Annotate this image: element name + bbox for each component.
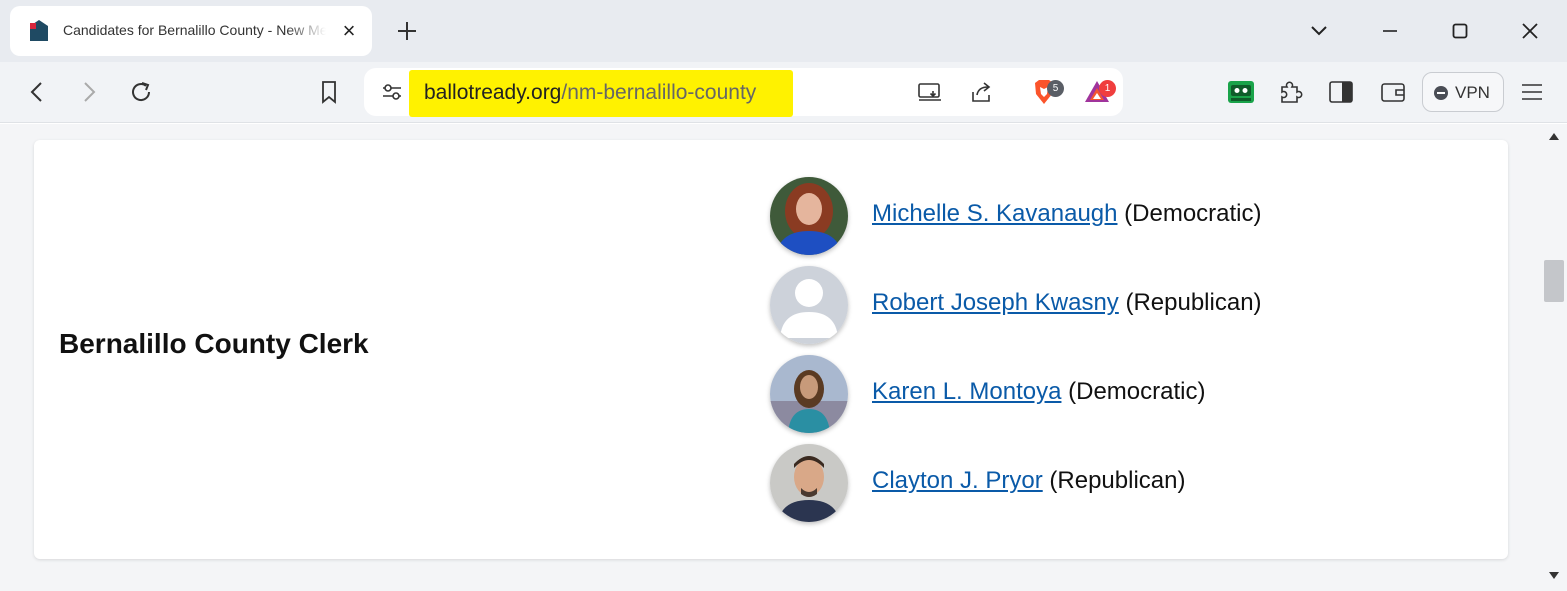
- candidate-name-link[interactable]: Michelle S. Kavanaugh: [872, 200, 1117, 227]
- menu-icon[interactable]: [1518, 78, 1546, 106]
- vpn-status-icon: [1434, 86, 1448, 100]
- url-text[interactable]: ballotready.org/nm-bernalillo-county: [424, 81, 756, 105]
- tab-title: Candidates for Bernalillo County - New M…: [63, 22, 326, 38]
- vpn-button[interactable]: VPN: [1422, 72, 1504, 112]
- candidate-name-link[interactable]: Robert Joseph Kwasny: [872, 289, 1119, 316]
- candidate-party: (Democratic): [1124, 200, 1262, 227]
- forward-icon[interactable]: [75, 78, 103, 106]
- favicon-icon: [30, 20, 48, 41]
- candidate-party: (Democratic): [1068, 378, 1206, 405]
- share-icon[interactable]: [968, 78, 996, 106]
- shields-count-badge: 5: [1047, 80, 1064, 97]
- candidate-row: Robert Joseph Kwasny (Republican): [770, 266, 1470, 346]
- bookmark-icon[interactable]: [315, 78, 343, 106]
- office-card: Bernalillo County Clerk Michelle S. Kava…: [34, 140, 1508, 559]
- candidate-name-link[interactable]: Karen L. Montoya: [872, 378, 1061, 405]
- tab-strip: Candidates for Bernalillo County - New M…: [0, 0, 1567, 62]
- vpn-label: VPN: [1455, 83, 1490, 102]
- cast-icon[interactable]: [916, 78, 944, 106]
- navigation-toolbar: ballotready.org/nm-bernalillo-county 5 1: [0, 62, 1567, 123]
- maximize-icon[interactable]: [1446, 17, 1474, 45]
- extensions-icon[interactable]: [1276, 78, 1304, 106]
- tab-close-icon[interactable]: ×: [338, 20, 360, 42]
- minimize-icon[interactable]: [1376, 17, 1404, 45]
- vertical-scrollbar[interactable]: [1541, 124, 1567, 591]
- candidate-name-link[interactable]: Clayton J. Pryor: [872, 467, 1043, 494]
- candidate-line: Robert Joseph Kwasny (Republican): [872, 289, 1262, 317]
- address-bar[interactable]: ballotready.org/nm-bernalillo-county 5 1: [364, 68, 1123, 117]
- candidate-line: Clayton J. Pryor (Republican): [872, 467, 1185, 495]
- candidate-row: Clayton J. Pryor (Republican): [770, 444, 1470, 524]
- candidate-line: Karen L. Montoya (Democratic): [872, 378, 1205, 406]
- candidate-line: Michelle S. Kavanaugh (Democratic): [872, 200, 1262, 228]
- page-content: Bernalillo County Clerk Michelle S. Kava…: [0, 124, 1541, 591]
- site-settings-icon[interactable]: [378, 78, 406, 106]
- wallet-icon[interactable]: [1379, 78, 1407, 106]
- candidate-party: (Republican): [1125, 289, 1262, 316]
- rewards-count-badge: 1: [1099, 80, 1116, 97]
- scrollbar-thumb[interactable]: [1544, 260, 1564, 302]
- tab-search-chevron-down-icon[interactable]: [1305, 17, 1333, 45]
- sidebar-icon[interactable]: [1327, 78, 1355, 106]
- back-icon[interactable]: [23, 78, 51, 106]
- candidate-party: (Republican): [1049, 467, 1186, 494]
- candidate-photo[interactable]: [770, 177, 848, 255]
- scroll-up-arrow-icon[interactable]: [1549, 133, 1559, 140]
- url-domain: ballotready.org: [424, 81, 562, 104]
- candidate-row: Michelle S. Kavanaugh (Democratic): [770, 177, 1470, 257]
- office-title: Bernalillo County Clerk: [59, 328, 369, 359]
- candidate-photo[interactable]: [770, 355, 848, 433]
- active-tab[interactable]: Candidates for Bernalillo County - New M…: [10, 6, 372, 56]
- candidate-photo-placeholder[interactable]: [770, 266, 848, 344]
- wallet-extension-icon[interactable]: [1227, 78, 1255, 106]
- reload-icon[interactable]: [127, 78, 155, 106]
- candidate-row: Karen L. Montoya (Democratic): [770, 355, 1470, 435]
- url-path: /nm-bernalillo-county: [561, 81, 757, 104]
- scroll-down-arrow-icon[interactable]: [1549, 572, 1559, 579]
- candidate-photo[interactable]: [770, 444, 848, 522]
- window-close-icon[interactable]: [1516, 17, 1544, 45]
- new-tab-plus-icon[interactable]: [393, 17, 421, 45]
